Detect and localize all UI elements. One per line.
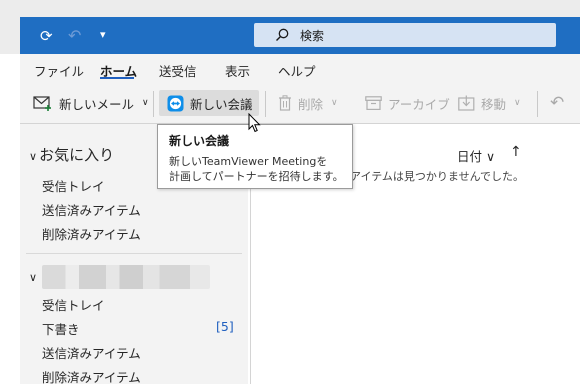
chevron-down-icon[interactable]: ∨: [142, 98, 149, 108]
sort-direction-icon[interactable]: ↑: [510, 144, 522, 160]
archive-label: アーカイブ: [388, 96, 450, 112]
delete-label: 削除: [298, 96, 324, 112]
favorite-deleted-items[interactable]: 削除済みアイテム: [42, 224, 141, 243]
ribbon-separator: [153, 91, 154, 117]
mouse-cursor-icon: [248, 113, 261, 133]
chevron-down-icon[interactable]: ∨: [331, 98, 338, 108]
ribbon: 新しいメール ∨ 新しい会議 削除 ∨ アーカイブ 移動 ∨ ↶: [20, 82, 580, 124]
folder-inbox[interactable]: 受信トレイ: [42, 295, 105, 314]
new-mail-label: 新しいメール: [59, 96, 135, 112]
new-meeting-tooltip: 新しい会議 新しいTeamViewer Meetingを 計画してパートナーを招…: [157, 124, 353, 189]
favorites-header[interactable]: ∨ お気に入り: [29, 144, 114, 165]
tooltip-line-1: 新しいTeamViewer Meetingを: [169, 155, 328, 168]
ribbon-separator: [265, 91, 266, 117]
title-bar: ⟳ ↶ ▾ 検索: [0, 0, 580, 54]
customize-toolbar-icon[interactable]: ▾: [100, 29, 106, 40]
move-icon: [458, 95, 475, 111]
new-meeting-button[interactable]: 新しい会議: [159, 90, 259, 116]
new-mail-icon: [33, 96, 51, 111]
outlook-window: ⟳ ↶ ▾ 検索 ファイル ホーム 送受信 表示 ヘルプ 新しいメール ∨ 新し…: [0, 0, 580, 384]
archive-icon: [365, 96, 382, 110]
sync-icon[interactable]: ⟳: [40, 29, 53, 44]
account-name-redacted[interactable]: [42, 265, 210, 289]
ribbon-separator: [537, 91, 538, 117]
undo-icon[interactable]: ↶: [68, 28, 81, 44]
new-meeting-label: 新しい会議: [190, 96, 253, 112]
menu-file[interactable]: ファイル: [34, 61, 84, 80]
menu-send-receive[interactable]: 送受信: [159, 61, 197, 80]
archive-button[interactable]: アーカイブ: [365, 90, 450, 116]
teamviewer-icon: [167, 95, 184, 111]
reply-icon: ↶: [550, 93, 565, 113]
search-icon: [276, 28, 289, 41]
new-mail-button[interactable]: 新しいメール ∨: [33, 90, 149, 116]
favorites-label: お気に入り: [39, 146, 115, 164]
folder-deleted-items[interactable]: 削除済みアイテム: [42, 367, 141, 384]
menu-bar: ファイル ホーム 送受信 表示 ヘルプ: [20, 54, 580, 82]
menu-view[interactable]: 表示: [225, 61, 250, 80]
folder-sent-items[interactable]: 送信済みアイテム: [42, 343, 141, 362]
move-button[interactable]: 移動 ∨: [458, 90, 521, 116]
drafts-count: [5]: [216, 319, 234, 334]
favorite-sent-items[interactable]: 送信済みアイテム: [42, 200, 141, 219]
chevron-down-icon: ∨: [29, 150, 38, 163]
move-label: 移動: [481, 96, 507, 112]
chevron-down-icon[interactable]: ∨: [29, 271, 37, 284]
search-box[interactable]: 検索: [254, 23, 556, 47]
folder-drafts[interactable]: 下書き: [42, 319, 80, 338]
empty-list-message: アイテムは見つかりませんでした。: [350, 170, 525, 183]
chevron-down-icon[interactable]: ∨: [514, 98, 521, 108]
sort-label: 日付: [457, 149, 483, 164]
pane-divider: [26, 253, 242, 254]
search-label: 検索: [300, 29, 325, 43]
favorite-inbox[interactable]: 受信トレイ: [42, 176, 105, 195]
tooltip-line-2: 計画してパートナーを招待します。: [169, 170, 344, 183]
delete-button[interactable]: 削除 ∨: [278, 90, 338, 116]
active-tab-indicator: [100, 77, 134, 79]
tooltip-title: 新しい会議: [169, 134, 230, 148]
menu-help[interactable]: ヘルプ: [278, 61, 316, 80]
reply-button[interactable]: ↶: [550, 90, 564, 116]
sort-by-date-button[interactable]: 日付 ∨: [457, 146, 495, 165]
trash-icon: [279, 95, 291, 111]
